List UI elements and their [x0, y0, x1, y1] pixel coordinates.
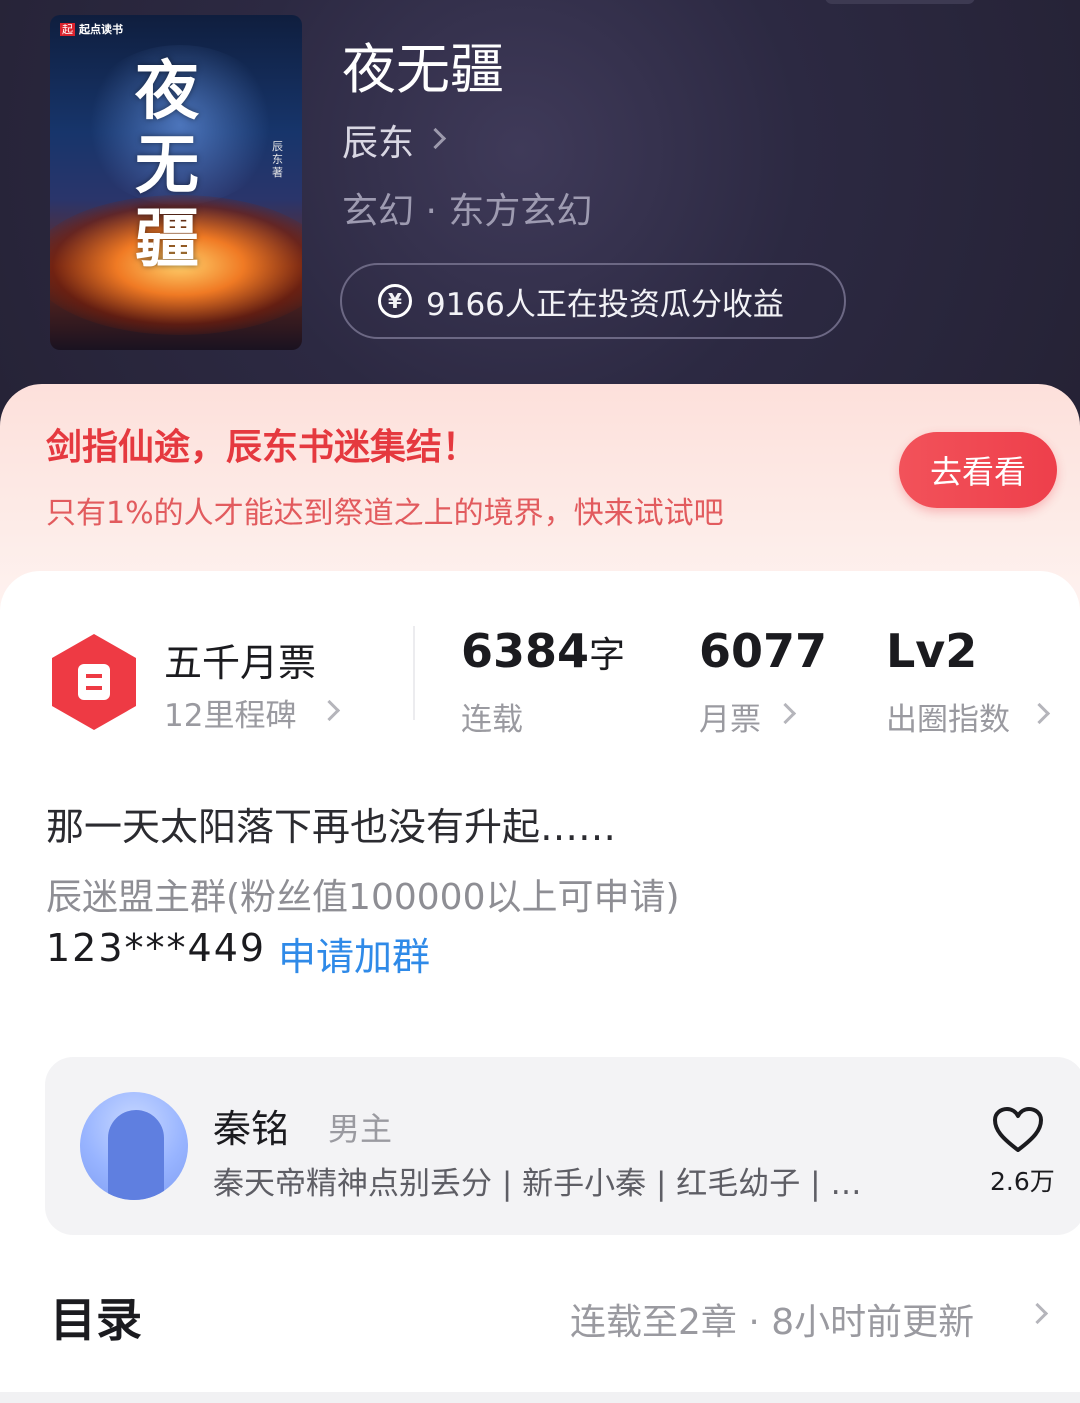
- cover-title: 夜无疆: [135, 54, 199, 277]
- invest-button[interactable]: ¥ 9166人正在投资瓜分收益: [340, 263, 846, 339]
- join-group-link[interactable]: 申请加群: [278, 926, 430, 981]
- character-tags: 秦天帝精神点别丢分 | 新手小秦 | 红毛幼子 | …: [213, 1166, 862, 1202]
- toc-update-status[interactable]: 连载至2章 · 8小时前更新: [570, 1293, 974, 1345]
- like-count: 2.6万: [990, 1167, 1055, 1196]
- book-header: 起起点读书 夜无疆 辰东著 夜无疆 辰东 玄幻 · 东方玄幻 ¥ 9166人正在…: [0, 0, 1080, 430]
- popularity-index-value[interactable]: Lv2: [886, 624, 977, 678]
- word-count-value: 6384字: [461, 624, 626, 678]
- word-count-label: 连载: [461, 702, 523, 738]
- invest-label: 9166人正在投资瓜分收益: [426, 286, 784, 323]
- popularity-index-label[interactable]: 出圈指数: [886, 694, 1010, 739]
- character-card[interactable]: [45, 1057, 1080, 1235]
- chevron-right-icon: [424, 127, 447, 150]
- avatar: [80, 1092, 188, 1200]
- promo-go-button[interactable]: 去看看: [899, 432, 1057, 508]
- book-tagline: 那一天太阳落下再也没有升起……: [46, 805, 617, 849]
- genre-label: 玄幻 · 东方玄幻: [342, 191, 593, 232]
- toc-title[interactable]: 目录: [50, 1284, 142, 1350]
- bottom-divider: [0, 1392, 1080, 1403]
- top-pill: [825, 0, 975, 4]
- fan-group-number: 123***449: [46, 926, 267, 970]
- fan-group-info: 辰迷盟主群(粉丝值100000以上可申请): [46, 877, 680, 918]
- character-name: 秦铭: [213, 1107, 290, 1151]
- monthly-ticket-icon: [52, 634, 136, 730]
- cover-author: 辰东著: [272, 140, 283, 179]
- character-role: 男主: [328, 1110, 393, 1148]
- monthly-ticket-label[interactable]: 月票: [699, 694, 761, 739]
- ticket-milestone-title[interactable]: 五千月票: [164, 632, 316, 687]
- book-cover[interactable]: 起起点读书 夜无疆 辰东著: [50, 15, 302, 350]
- monthly-ticket-value[interactable]: 6077: [699, 624, 827, 678]
- book-title: 夜无疆: [342, 38, 504, 101]
- cover-brand: 起起点读书: [60, 23, 123, 36]
- yen-coin-icon: ¥: [378, 284, 412, 318]
- promo-subtitle: 只有1%的人才能达到祭道之上的境界，快来试试吧: [46, 496, 724, 531]
- promo-title: 剑指仙途，辰东书迷集结！: [46, 427, 479, 468]
- heart-icon[interactable]: [992, 1106, 1044, 1154]
- author-link[interactable]: 辰东: [342, 114, 414, 166]
- ticket-milestone-sub[interactable]: 12里程碑: [164, 690, 296, 735]
- divider: [413, 626, 415, 720]
